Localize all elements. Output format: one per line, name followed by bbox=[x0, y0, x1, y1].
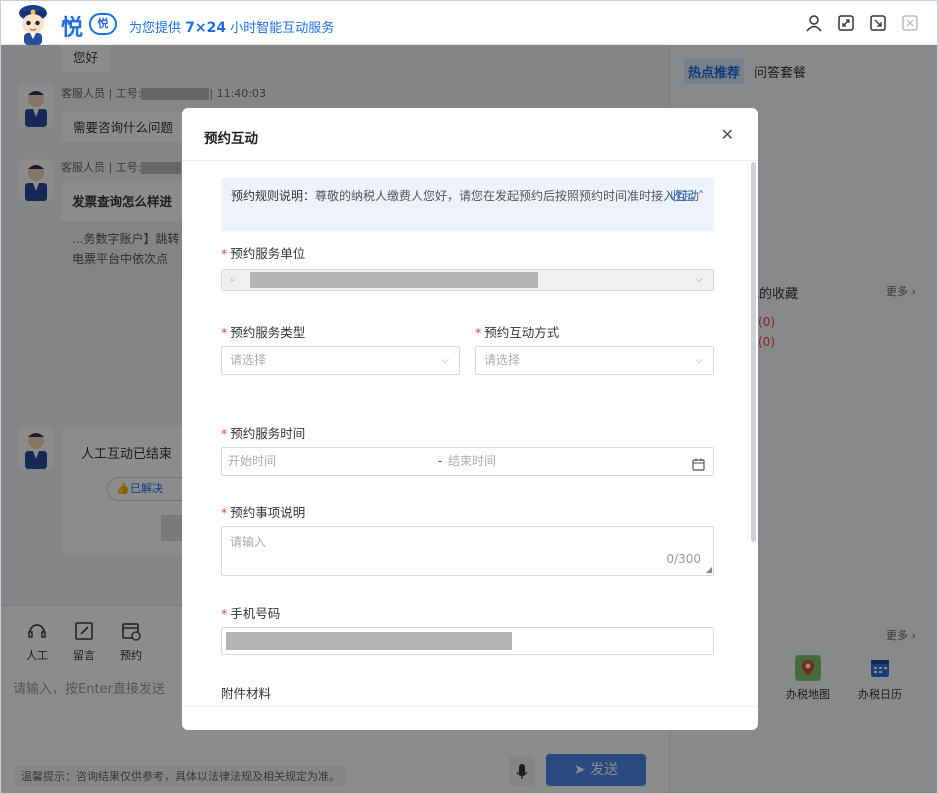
phone-redacted-value bbox=[226, 632, 512, 650]
minimize-icon[interactable] bbox=[869, 14, 887, 32]
app-window: 悦 悦 为您提供 7×24 小时智能互动服务 您好 客服人员 | 工号: | 11… bbox=[0, 0, 938, 794]
modal-title: 预约互动 bbox=[204, 131, 258, 147]
interaction-mode-select[interactable]: 请选择 ⌵ bbox=[475, 346, 714, 375]
chevron-down-icon: ⌵ bbox=[695, 355, 703, 366]
header-tagline: 为您提供 7×24 小时智能互动服务 bbox=[129, 20, 335, 36]
time-separator: - bbox=[438, 454, 443, 468]
end-time-input[interactable]: 结束时间 bbox=[448, 448, 496, 475]
calendar-icon[interactable] bbox=[692, 454, 705, 481]
search-icon: ⌕ bbox=[230, 274, 236, 285]
logo-badge: 悦 bbox=[89, 13, 117, 35]
notice-rule-label: 预约规则说明： bbox=[231, 189, 316, 203]
interaction-mode-label: * 预约互动方式 bbox=[475, 325, 560, 340]
modal-header: 预约互动 ✕ bbox=[182, 108, 758, 161]
chevron-down-icon: ⌵ bbox=[441, 355, 449, 366]
mascot-icon bbox=[19, 5, 47, 45]
modal-footer-divider bbox=[182, 706, 758, 707]
user-icon[interactable] bbox=[805, 14, 823, 32]
description-label: * 预约事项说明 bbox=[221, 505, 306, 520]
description-textarea[interactable]: 请输入 0/300 ◢ bbox=[221, 526, 714, 576]
service-unit-select[interactable]: ⌕ ⌵ bbox=[221, 269, 714, 291]
description-counter: 0/300 bbox=[666, 552, 701, 566]
service-unit-redacted-value bbox=[250, 272, 538, 288]
top-bar: 悦 悦 为您提供 7×24 小时智能互动服务 bbox=[1, 1, 937, 45]
window-controls bbox=[805, 14, 919, 32]
chevron-down-icon: ⌵ bbox=[695, 274, 703, 285]
chevron-up-icon: ˄ bbox=[694, 189, 704, 203]
attachment-label: 附件材料 bbox=[221, 686, 272, 701]
service-time-label: * 预约服务时间 bbox=[221, 426, 306, 441]
notice-collapse-link[interactable]: 收起 ˄ bbox=[670, 186, 704, 206]
phone-label: * 手机号码 bbox=[221, 606, 281, 621]
description-placeholder: 请输入 bbox=[230, 535, 267, 549]
resize-handle-icon[interactable]: ◢ bbox=[706, 565, 712, 574]
service-time-range[interactable]: 开始时间 - 结束时间 bbox=[221, 447, 714, 476]
appointment-modal: 预约互动 ✕ 预约规则说明：尊敬的纳税人缴费人您好，请您在发起预约后按照预约时间… bbox=[182, 108, 758, 730]
service-unit-label: * 预约服务单位 bbox=[221, 246, 306, 261]
service-type-select[interactable]: 请选择 ⌵ bbox=[221, 346, 460, 375]
phone-input[interactable] bbox=[221, 627, 714, 655]
service-type-label: * 预约服务类型 bbox=[221, 325, 306, 340]
close-window-icon[interactable] bbox=[901, 14, 919, 32]
rules-notice: 预约规则说明：尊敬的纳税人缴费人您好，请您在发起预约后按照预约时间准时接入互动 … bbox=[221, 178, 714, 231]
close-icon[interactable]: ✕ bbox=[721, 125, 734, 144]
start-time-input[interactable]: 开始时间 bbox=[228, 448, 276, 475]
expand-icon[interactable] bbox=[837, 14, 855, 32]
logo-text: 悦 bbox=[61, 16, 84, 41]
notice-text: 尊敬的纳税人缴费人您好，请您在发起预约后按照预约时间准时接入互动 bbox=[315, 189, 700, 203]
modal-body: 预约规则说明：尊敬的纳税人缴费人您好，请您在发起预约后按照预约时间准时接入互动 … bbox=[182, 162, 758, 706]
